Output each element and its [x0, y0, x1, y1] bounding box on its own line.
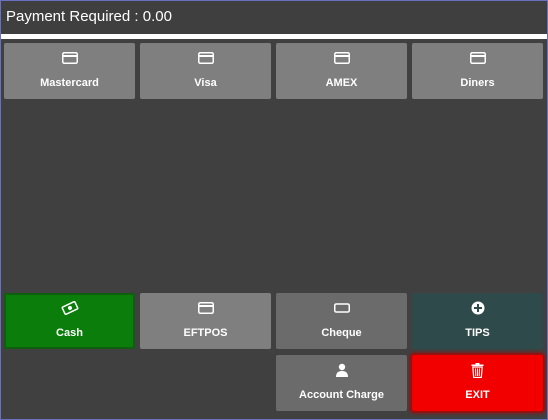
credit-card-icon: [4, 51, 135, 65]
credit-card-icon: [412, 51, 543, 65]
user-icon: [276, 363, 407, 377]
diners-label: Diners: [460, 77, 495, 89]
eftpos-button[interactable]: EFTPOS: [140, 293, 271, 349]
trash-icon: [412, 362, 543, 378]
header-divider: [1, 34, 547, 39]
cash-icon: [4, 301, 135, 315]
tips-button[interactable]: TIPS: [412, 293, 543, 349]
mastercard-button[interactable]: Mastercard: [4, 43, 135, 99]
amex-label: AMEX: [325, 77, 358, 89]
exit-label: EXIT: [465, 389, 490, 401]
cheque-button[interactable]: Cheque: [276, 293, 407, 349]
mastercard-label: Mastercard: [40, 77, 99, 89]
cash-label: Cash: [56, 327, 83, 339]
tips-label: TIPS: [465, 327, 490, 339]
account-charge-button[interactable]: Account Charge: [276, 355, 407, 411]
amex-button[interactable]: AMEX: [276, 43, 407, 99]
cheque-icon: [276, 301, 407, 315]
header: Payment Required : 0.00: [1, 1, 547, 34]
visa-button[interactable]: Visa: [140, 43, 271, 99]
plus-circle-icon: [412, 301, 543, 315]
cash-button[interactable]: Cash: [4, 293, 135, 349]
credit-card-icon: [140, 301, 271, 315]
account-charge-label: Account Charge: [299, 389, 384, 401]
credit-card-icon: [276, 51, 407, 65]
diners-button[interactable]: Diners: [412, 43, 543, 99]
exit-button[interactable]: EXIT: [412, 355, 543, 411]
payment-required-title: Payment Required : 0.00: [6, 8, 172, 25]
cheque-label: Cheque: [321, 327, 362, 339]
visa-label: Visa: [194, 77, 217, 89]
payment-window: Payment Required : 0.00 Mastercard Visa …: [0, 0, 548, 420]
credit-card-icon: [140, 51, 271, 65]
eftpos-label: EFTPOS: [183, 327, 228, 339]
